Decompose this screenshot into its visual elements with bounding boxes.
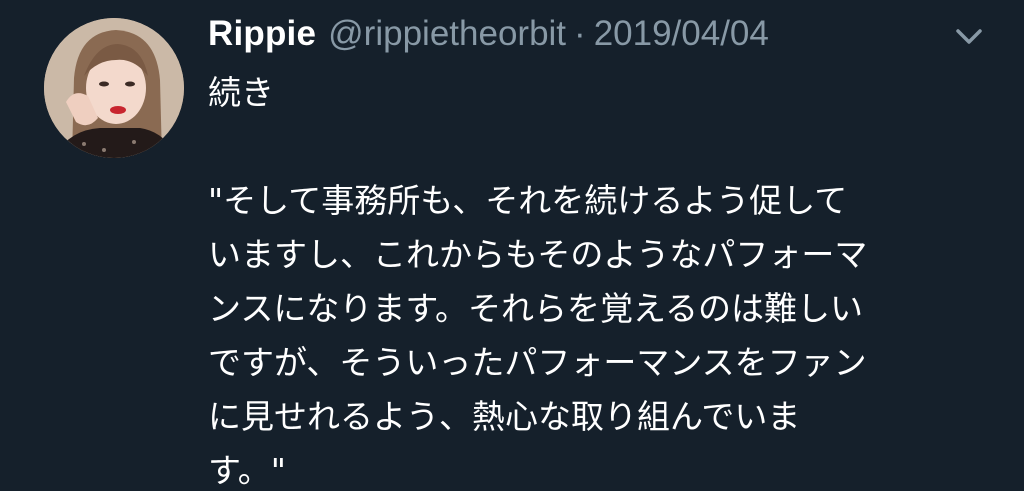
profile-photo-icon: [44, 18, 184, 158]
tweet-date[interactable]: 2019/04/04: [594, 14, 769, 54]
chevron-down-icon[interactable]: [952, 26, 986, 48]
display-name[interactable]: Rippie: [208, 14, 316, 54]
separator-dot: ·: [574, 14, 586, 53]
tweet-text-line: ンスになります。それらを覚えるのは難しい: [208, 289, 864, 328]
tweet-text-line: ですが、そういったパフォーマンスをファン: [208, 343, 867, 382]
tweet: Rippie @rippietheorbit · 2019/04/04 続き "…: [0, 0, 1024, 491]
tweet-text-line: [208, 120, 988, 174]
tweet-text-line: 続き: [208, 73, 274, 112]
tweet-text-line: "そして事務所も、それを続けるよう促して: [208, 181, 848, 220]
tweet-text-line: いますし、これからもそのようなパフォーマ: [208, 235, 868, 274]
tweet-text-line: す。": [208, 451, 286, 490]
tweet-text: 続き "そして事務所も、それを続けるよう促して いますし、これからもそのようなパ…: [208, 66, 988, 491]
user-handle[interactable]: @rippietheorbit: [328, 14, 566, 54]
tweet-text-line: に見せれるよう、熱心な取り組んでいま: [208, 397, 801, 436]
avatar[interactable]: [44, 18, 184, 158]
tweet-header: Rippie @rippietheorbit · 2019/04/04: [208, 14, 769, 64]
